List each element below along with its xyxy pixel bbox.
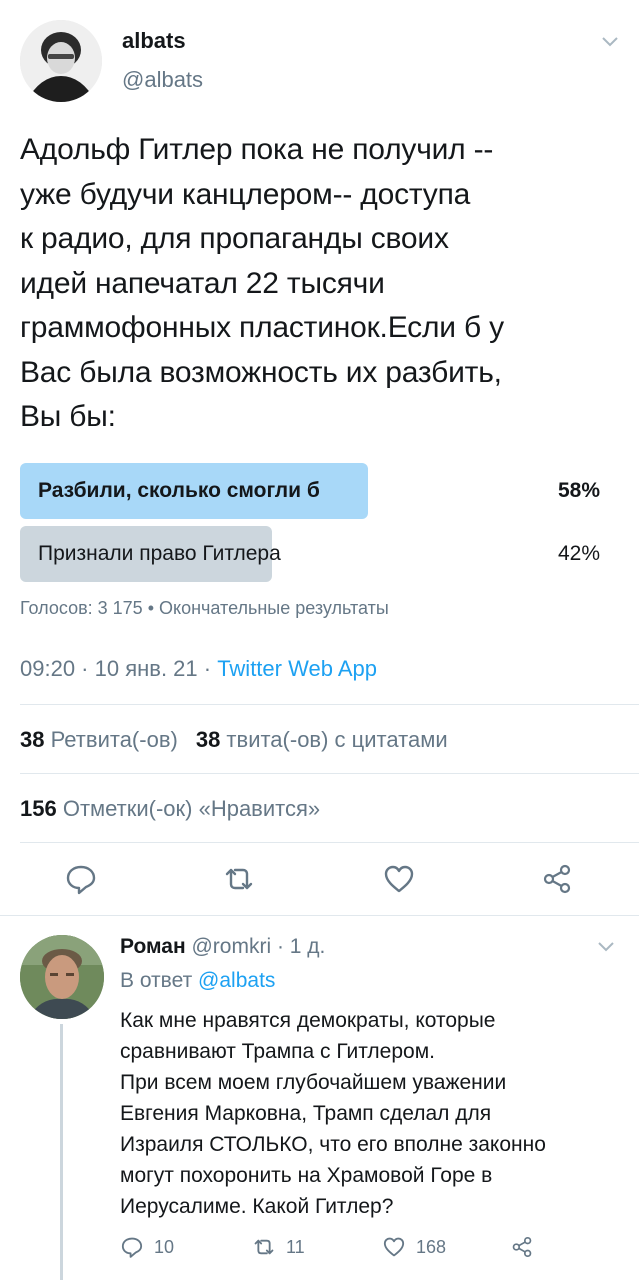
author-name[interactable]: albats <box>122 28 186 54</box>
author-avatar-image <box>20 20 102 102</box>
reply-author-avatar[interactable] <box>20 935 104 1019</box>
tweet-text: Адольф Гитлер пока не получил -- уже буд… <box>20 133 504 433</box>
divider <box>20 704 639 705</box>
retweet-icon <box>254 1239 274 1255</box>
poll-option-percent: 58% <box>557 479 600 502</box>
reply-author-name[interactable]: Роман <box>120 935 186 958</box>
quotes-count: 38 <box>195 727 221 752</box>
likes-label: Отметки(-ок) «Нравится» <box>56 796 321 821</box>
tweet-time: 09:20 · 10 янв. 21 · <box>20 656 218 681</box>
thread-line <box>60 1024 63 1280</box>
retweet-stats: 38 Ретвита(-ов) 38 твита(-ов) с цитатами <box>20 726 448 754</box>
tweet-timestamp: 09:20 · 10 янв. 21 · Twitter Web App <box>20 655 377 683</box>
poll-option-label: Признали право Гитлера <box>38 542 281 565</box>
reply-icon[interactable] <box>64 862 98 896</box>
reply-to: В ответ @albats <box>120 967 275 995</box>
reply-text: Как мне нравятся демократы, которые срав… <box>120 1009 546 1218</box>
retweets-label: Ретвита(-ов) <box>44 727 178 752</box>
reply-author-avatar-image <box>20 935 104 1019</box>
share-icon[interactable] <box>540 862 574 896</box>
share-icon <box>512 1236 532 1258</box>
reply-reply-count: 10 <box>154 1236 175 1257</box>
quotes-link[interactable]: 38 твита(-ов) с цитатами <box>196 727 448 752</box>
reply-like-count: 168 <box>416 1236 447 1257</box>
heart-icon <box>383 1237 405 1257</box>
poll-option-1: Разбили, сколько смогли б 58% <box>20 463 600 519</box>
poll-option-label: Разбили, сколько смогли б <box>38 479 320 502</box>
reply-retweet-button[interactable]: 11 <box>252 1233 305 1261</box>
divider <box>20 773 639 774</box>
reply-to-prefix: В ответ <box>120 969 199 992</box>
reply-like-button[interactable]: 168 <box>382 1233 446 1261</box>
retweets-link[interactable]: 38 Ретвита(-ов) <box>20 727 178 752</box>
poll-option-percent: 42% <box>557 542 600 565</box>
heart-icon[interactable] <box>382 862 416 896</box>
chevron-down-icon[interactable] <box>600 34 620 48</box>
likes-count: 156 <box>20 796 57 821</box>
reply-retweet-count: 11 <box>286 1236 305 1257</box>
poll-meta: Голосов: 3 175 • Окончательные результат… <box>20 598 389 618</box>
likes-stats[interactable]: 156 Отметки(-ок) «Нравится» <box>20 795 320 823</box>
reply-icon <box>121 1237 143 1258</box>
reply-header: Роман @romkri · 1 д. <box>120 933 325 961</box>
retweets-count: 38 <box>20 727 45 752</box>
chevron-down-icon[interactable] <box>596 939 616 953</box>
author-avatar[interactable] <box>20 20 102 102</box>
divider <box>0 915 639 916</box>
quotes-label: твита(-ов) с цитатами <box>220 727 448 752</box>
tweet-client-link[interactable]: Twitter Web App <box>217 656 377 681</box>
reply-to-handle[interactable]: @albats <box>198 969 275 992</box>
author-handle[interactable]: @albats <box>122 67 203 93</box>
retweet-icon[interactable] <box>222 862 256 896</box>
reply-share-button[interactable] <box>510 1233 544 1261</box>
divider <box>20 842 639 843</box>
poll-option-2: Признали право Гитлера 42% <box>20 526 600 582</box>
reply-reply-button[interactable]: 10 <box>120 1233 174 1261</box>
reply-author-handle-time: @romkri · 1 д. <box>185 935 326 958</box>
